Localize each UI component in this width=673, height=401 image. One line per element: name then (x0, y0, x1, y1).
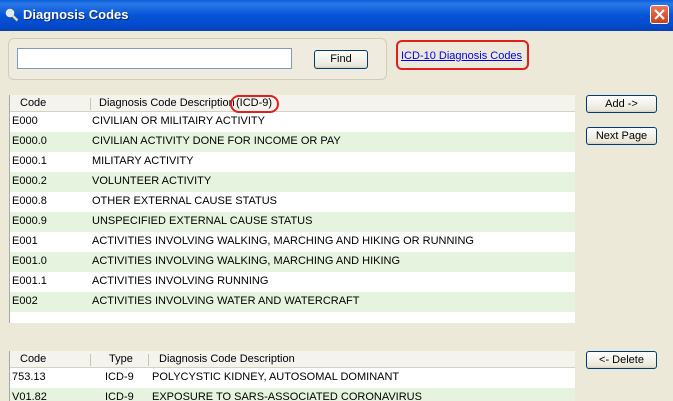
next-page-button[interactable]: Next Page (586, 127, 657, 145)
table-row[interactable]: E002 ACTIVITIES INVOLVING WATER AND WATER… (10, 292, 575, 312)
row-type: ICD-9 (105, 371, 134, 383)
table-row[interactable]: E000.1 MILITARY ACTIVITY (10, 152, 575, 172)
table-row[interactable]: E001.1 ACTIVITIES INVOLVING RUNNING (10, 272, 575, 292)
selected-code-list[interactable]: Code Type Diagnosis Code Description 753… (9, 351, 575, 401)
add-button[interactable]: Add -> (586, 95, 657, 113)
column-header-code[interactable]: Code (20, 353, 46, 365)
row-code: E000.9 (12, 215, 47, 227)
row-description: CIVILIAN ACTIVITY DONE FOR INCOME OR PAY (92, 135, 341, 147)
table-row[interactable]: E001.0 ACTIVITIES INVOLVING WALKING, MARC… (10, 252, 575, 272)
list-header: Code Diagnosis Code Description (ICD-9) (10, 95, 575, 112)
column-header-description[interactable]: Diagnosis Code Description (159, 353, 295, 365)
delete-button[interactable]: <- Delete (586, 351, 657, 369)
row-description: ACTIVITIES INVOLVING WATER AND WATERCRAF… (92, 295, 360, 307)
row-description: VOLUNTEER ACTIVITY (92, 175, 212, 187)
row-description: CIVILIAN OR MILITAIRY ACTIVITY (92, 115, 265, 127)
table-row[interactable]: 753.13 ICD-9 POLYCYSTIC KIDNEY, AUTOSOMAL … (10, 368, 575, 388)
table-row[interactable]: E000.0 CIVILIAN ACTIVITY DONE FOR INCOME … (10, 132, 575, 152)
column-header-code[interactable]: Code (20, 97, 46, 109)
row-code: E002 (12, 295, 38, 307)
column-divider (90, 354, 91, 366)
table-row[interactable]: E000.9 UNSPECIFIED EXTERNAL CAUSE STATUS (10, 212, 575, 232)
window-title: Diagnosis Codes (23, 7, 129, 22)
row-description: ACTIVITIES INVOLVING WALKING, MARCHING A… (92, 235, 474, 247)
table-row[interactable]: E000.8 OTHER EXTERNAL CAUSE STATUS (10, 192, 575, 212)
table-row[interactable]: E000 CIVILIAN OR MILITAIRY ACTIVITY (10, 112, 575, 132)
row-description: ACTIVITIES INVOLVING RUNNING (92, 275, 269, 287)
row-description: UNSPECIFIED EXTERNAL CAUSE STATUS (92, 215, 313, 227)
row-code: E001.1 (12, 275, 47, 287)
row-description: ACTIVITIES INVOLVING WALKING, MARCHING A… (92, 255, 401, 267)
column-divider (90, 98, 91, 110)
table-row[interactable]: V01.82 ICD-9 EXPOSURE TO SARS-ASSOCIATED C… (10, 388, 575, 401)
row-code: E000.8 (12, 195, 47, 207)
title-bar: Diagnosis Codes (0, 0, 673, 31)
search-input[interactable] (17, 48, 292, 69)
row-description: OTHER EXTERNAL CAUSE STATUS (92, 195, 277, 207)
row-description: POLYCYSTIC KIDNEY, AUTOSOMAL DOMINANT (152, 371, 400, 383)
row-code: E001.0 (12, 255, 47, 267)
row-code: E001 (12, 235, 38, 247)
row-code: E000.0 (12, 135, 47, 147)
diagnosis-code-list[interactable]: Code Diagnosis Code Description (ICD-9) … (9, 95, 575, 323)
table-row[interactable]: E001 ACTIVITIES INVOLVING WALKING, MARCHI… (10, 232, 575, 252)
icd10-link[interactable]: ICD-10 Diagnosis Codes (401, 50, 522, 62)
icd9-highlight (230, 95, 279, 113)
close-icon (654, 9, 665, 20)
row-code: 753.13 (12, 371, 46, 383)
column-divider (148, 354, 149, 366)
row-code: E000 (12, 115, 38, 127)
row-code: E000.2 (12, 175, 47, 187)
row-type: ICD-9 (105, 391, 134, 401)
magnifier-icon (5, 8, 19, 22)
row-code: V01.82 (12, 391, 47, 401)
close-button[interactable] (650, 5, 669, 24)
row-code: E000.1 (12, 155, 47, 167)
list-header: Code Type Diagnosis Code Description (10, 351, 575, 368)
column-header-description[interactable]: Diagnosis Code Description (99, 97, 235, 109)
find-button[interactable]: Find (314, 50, 368, 69)
column-header-type[interactable]: Type (109, 353, 133, 365)
table-row[interactable]: E000.2 VOLUNTEER ACTIVITY (10, 172, 575, 192)
row-description: MILITARY ACTIVITY (92, 155, 194, 167)
row-description: EXPOSURE TO SARS-ASSOCIATED CORONAVIRUS (152, 391, 422, 401)
